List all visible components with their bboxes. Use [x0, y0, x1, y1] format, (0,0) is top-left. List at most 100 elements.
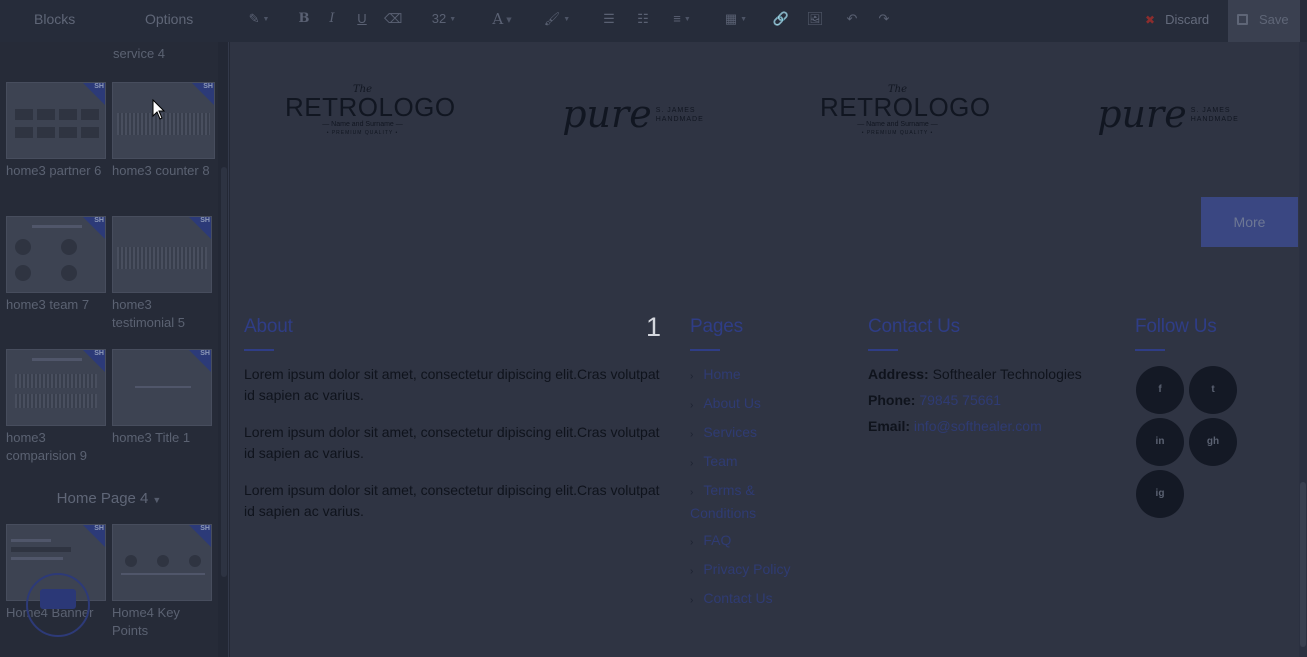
brand-badge: SH	[94, 217, 104, 224]
table-icon[interactable]: ▦ ▼	[720, 9, 752, 29]
heading-underline	[244, 349, 274, 351]
brand-badge: SH	[200, 217, 210, 224]
font-size-select[interactable]: 32 ▼	[428, 9, 460, 29]
image-icon[interactable]: 🖼	[806, 9, 824, 29]
discard-button[interactable]: ✖ Discard	[1145, 0, 1209, 42]
twitter-icon[interactable]: t	[1189, 366, 1237, 414]
category-title[interactable]: Home Page 4 ▼	[0, 490, 218, 507]
block-name: home3 counter 8	[112, 163, 210, 178]
about-heading: About	[244, 316, 293, 337]
block-home3-testimonial[interactable]: SH home3 testimonial 5	[112, 216, 212, 332]
contact-heading: Contact Us	[868, 316, 960, 337]
brand-badge: SH	[94, 350, 104, 357]
block-thumbnail: SH	[6, 216, 106, 293]
block-home3-team[interactable]: SH home3 team 7	[6, 216, 106, 314]
about-paragraph: Lorem ipsum dolor sit amet, consectetur …	[244, 424, 660, 461]
partner-logo: pure S. JAMES HANDMADE	[1097, 92, 1239, 136]
close-icon: ✖	[1145, 13, 1156, 27]
brand-badge: SH	[94, 525, 104, 532]
undo-icon[interactable]: ↶	[843, 9, 861, 29]
pen-icon[interactable]: ✎ ▼	[244, 9, 274, 29]
contact-address: Address: Softhealer Technologies	[868, 366, 1082, 382]
block-name: home3 testimonial 5	[112, 297, 185, 330]
block-home3-counter[interactable]: SH home3 counter 8	[112, 82, 215, 180]
text-color-icon[interactable]: A ▼	[486, 9, 518, 29]
brand-badge: SH	[200, 525, 210, 532]
block-thumbnail: SH	[6, 82, 106, 159]
canvas-scrollbar[interactable]	[1299, 42, 1307, 657]
page-link-about-us[interactable]: › About Us	[690, 393, 761, 416]
facebook-icon[interactable]: f	[1136, 366, 1184, 414]
floating-action-button[interactable]	[26, 573, 90, 637]
instagram-icon[interactable]: ig	[1136, 470, 1184, 518]
chevron-right-icon: ›	[690, 400, 694, 411]
partner-logo: The RETROLOGO — Name and Surname — • PRE…	[285, 84, 456, 136]
partner-logo: pure S. JAMES HANDMADE	[562, 92, 704, 136]
block-name: Home4 Key Points	[112, 605, 180, 638]
align-icon[interactable]: ≡ ▼	[666, 9, 698, 29]
chevron-right-icon: ›	[690, 458, 694, 469]
page-link-services[interactable]: › Services	[690, 422, 757, 445]
chevron-down-icon: ▼	[152, 495, 162, 505]
chevron-right-icon: ›	[690, 566, 694, 577]
step-number: 1	[646, 312, 662, 342]
save-icon	[1237, 14, 1248, 25]
chevron-right-icon: ›	[690, 429, 694, 440]
underline-icon[interactable]: U	[354, 9, 370, 29]
block-thumbnail: SH	[112, 216, 212, 293]
page-link-terms[interactable]: › Terms & Conditions	[690, 480, 790, 524]
sidebar-scrollbar[interactable]	[218, 42, 230, 657]
chevron-right-icon: ›	[690, 371, 694, 382]
about-paragraph: Lorem ipsum dolor sit amet, consectetur …	[244, 366, 660, 403]
save-button[interactable]: Save	[1228, 0, 1300, 42]
follow-heading: Follow Us	[1135, 316, 1217, 337]
github-icon[interactable]: gh	[1189, 418, 1237, 466]
email-link[interactable]: info@softhealer.com	[914, 418, 1042, 434]
page-link-home[interactable]: › Home	[690, 364, 741, 387]
unordered-list-icon[interactable]: ☰	[600, 9, 618, 29]
linkedin-icon[interactable]: in	[1136, 418, 1184, 466]
phone-link[interactable]: 79845 75661	[919, 392, 1001, 408]
editor-toolbar: Blocks Options ✎ ▼ B I U ⌫ 32 ▼ A ▼ 🖌 ▼ ☰ ☷ …	[0, 0, 1307, 42]
more-button[interactable]: More	[1201, 197, 1298, 247]
about-paragraph: Lorem ipsum dolor sit amet, consectetur …	[244, 482, 660, 519]
block-name: service 4	[113, 46, 166, 61]
block-home3-comparision[interactable]: SH home3 comparision 9	[6, 349, 106, 465]
eraser-icon[interactable]: ⌫	[384, 9, 402, 29]
tab-options[interactable]: Options	[145, 0, 193, 42]
tab-blocks[interactable]: Blocks	[34, 0, 75, 42]
block-thumbnail: SH	[112, 349, 212, 426]
redo-icon[interactable]: ↷	[875, 9, 893, 29]
block-home3-title[interactable]: SH home3 Title 1	[112, 349, 212, 447]
bold-icon[interactable]: B	[296, 9, 312, 29]
contact-phone: Phone: 79845 75661	[868, 392, 1002, 408]
brand-badge: SH	[94, 83, 104, 90]
block-home3-partner[interactable]: SH home3 partner 6	[6, 82, 106, 180]
highlight-icon[interactable]: 🖌 ▼	[542, 9, 572, 29]
editor-canvas: The RETROLOGO — Name and Surname — • PRE…	[230, 42, 1299, 657]
italic-icon[interactable]: I	[324, 9, 340, 29]
page-link-team[interactable]: › Team	[690, 451, 738, 474]
block-name: home3 Title 1	[112, 430, 191, 445]
brand-badge: SH	[200, 350, 210, 357]
ordered-list-icon[interactable]: ☷	[634, 9, 652, 29]
block-name: home3 comparision 9	[6, 430, 87, 463]
page-link-contact-us[interactable]: › Contact Us	[690, 588, 773, 611]
page-link-faq[interactable]: › FAQ	[690, 530, 731, 553]
heading-underline	[868, 349, 898, 351]
page-link-privacy-policy[interactable]: › Privacy Policy	[690, 559, 790, 582]
heading-underline	[1135, 349, 1165, 351]
block-thumbnail: SH	[6, 349, 106, 426]
pages-heading: Pages	[690, 316, 743, 337]
link-icon[interactable]: 🔗	[772, 9, 790, 29]
chevron-right-icon: ›	[690, 487, 694, 498]
brand-badge: SH	[203, 83, 213, 90]
heading-underline	[690, 349, 720, 351]
block-home4-key-points[interactable]: SH Home4 Key Points	[112, 524, 212, 640]
block-name: home3 team 7	[6, 297, 90, 312]
chevron-right-icon: ›	[690, 537, 694, 548]
block-thumbnail: SH	[112, 524, 212, 601]
partner-logo: The RETROLOGO — Name and Surname — • PRE…	[820, 84, 991, 136]
blocks-panel: service 4 SH home3 partner 6 SH home3 co…	[0, 42, 218, 657]
chevron-right-icon: ›	[690, 595, 694, 606]
